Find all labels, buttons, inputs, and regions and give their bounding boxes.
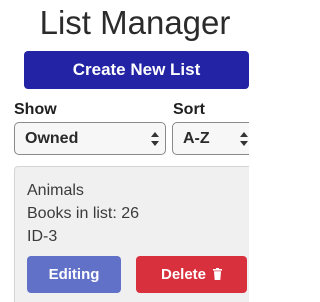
show-label: Show: [14, 101, 57, 118]
trash-icon: [213, 268, 223, 280]
editing-button[interactable]: Editing: [27, 256, 121, 293]
create-new-list-button[interactable]: Create New List: [24, 51, 249, 89]
show-select[interactable]: Owned: [14, 122, 166, 155]
delete-button-label: Delete: [160, 266, 207, 283]
list-manager-page: List Manager Create New List Show Sort O…: [0, 0, 249, 302]
delete-button[interactable]: Delete: [136, 256, 247, 293]
sort-label: Sort: [173, 101, 205, 118]
list-name: Animals: [27, 182, 84, 199]
list-id: ID-3: [27, 228, 58, 245]
list-book-count: Books in list: 26: [27, 205, 140, 222]
show-select-value: Owned: [25, 130, 79, 147]
list-card: Animals Books in list: 26 ID-3 Editing D…: [14, 166, 249, 302]
page-title: List Manager: [39, 4, 231, 41]
select-arrows-icon: [151, 132, 159, 146]
sort-select[interactable]: A-Z: [172, 122, 249, 155]
sort-select-value: A-Z: [183, 130, 210, 147]
select-arrows-icon: [240, 132, 248, 146]
